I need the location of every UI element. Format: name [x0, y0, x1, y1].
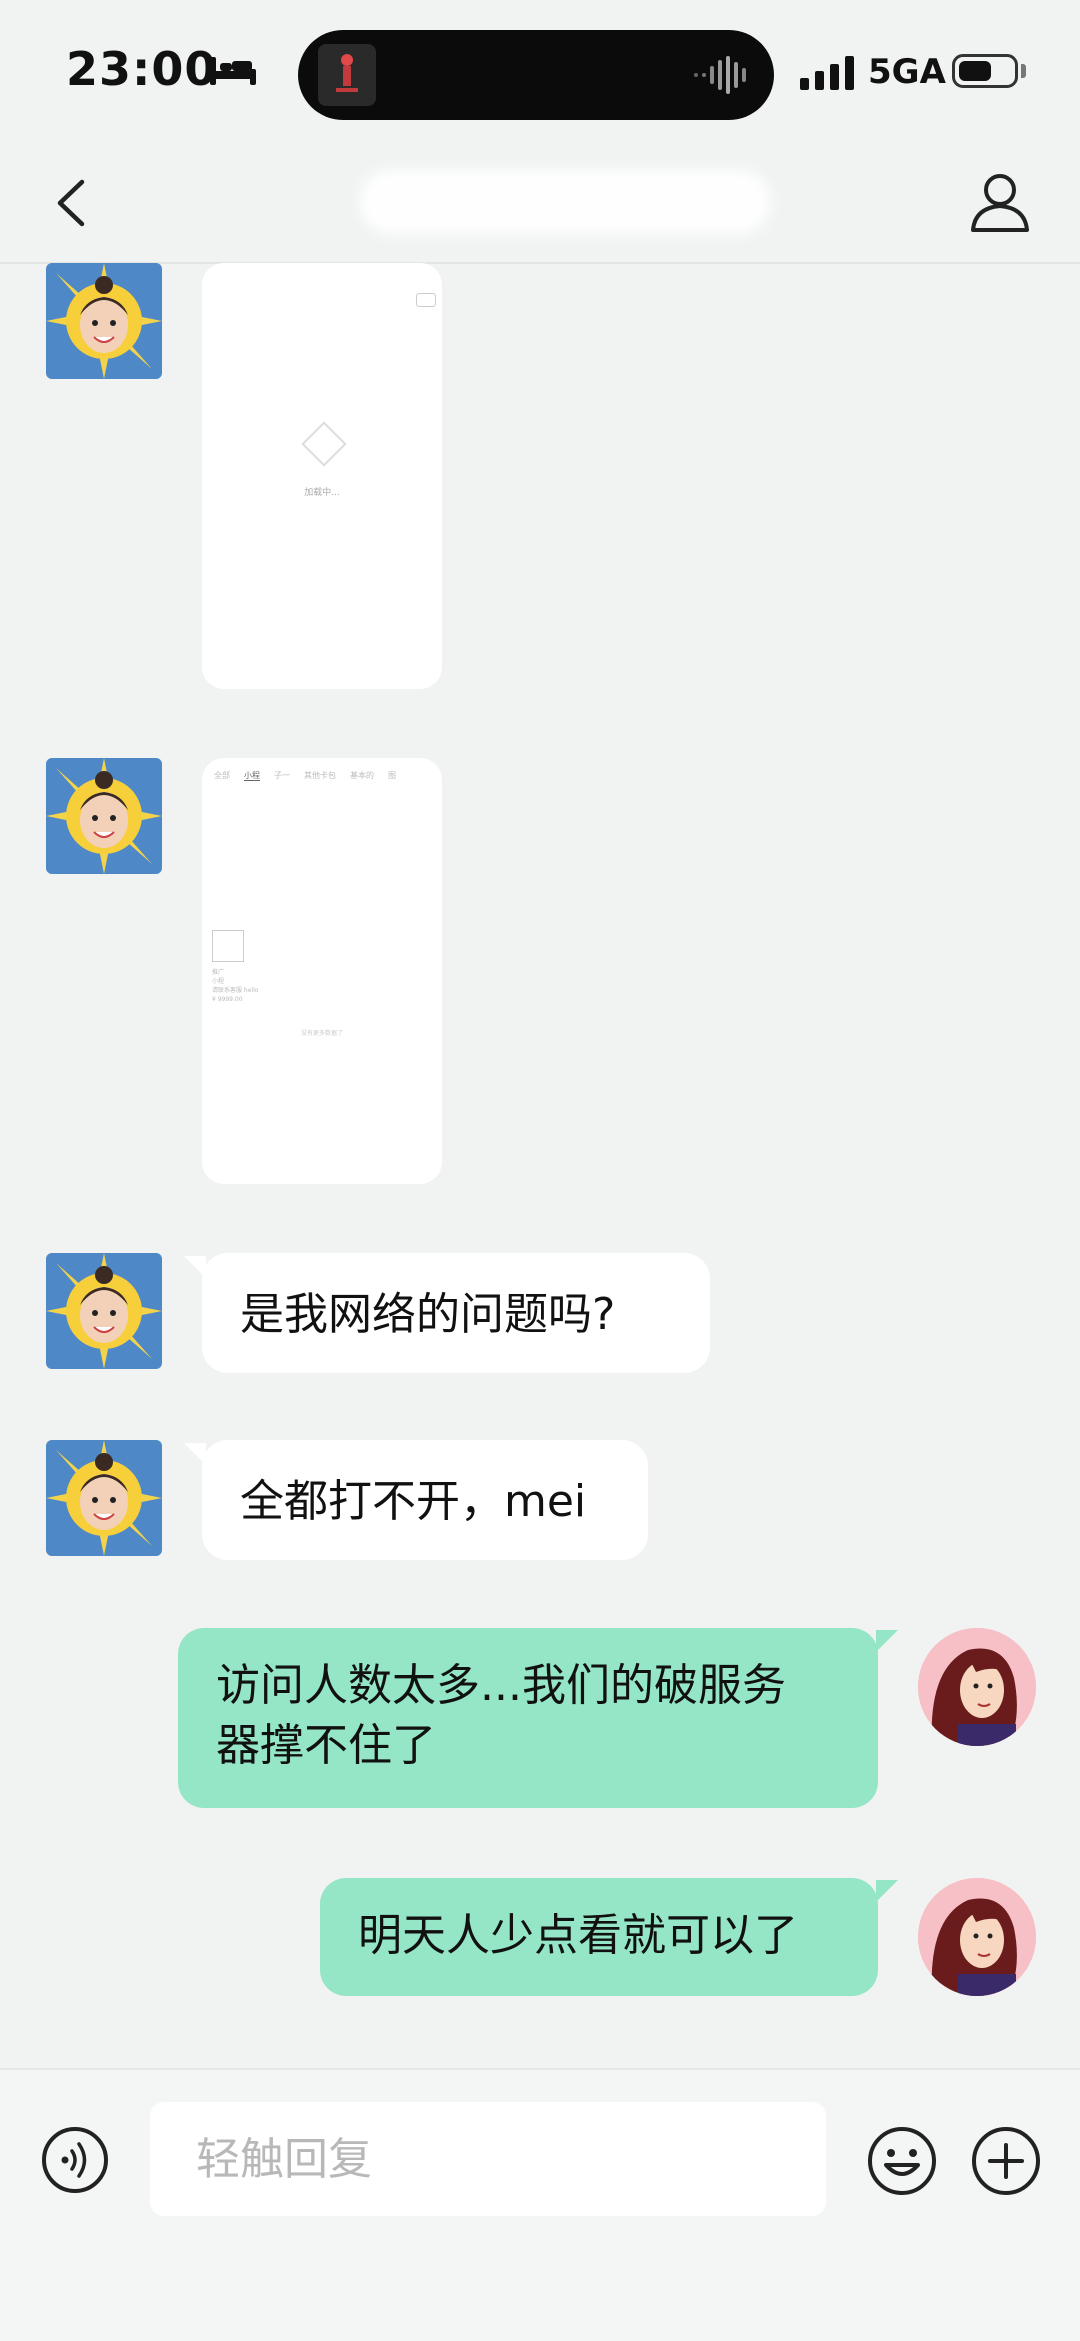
contact-avatar[interactable]: [46, 1253, 162, 1369]
bubble-tail: [876, 1630, 898, 1652]
outgoing-message-line: 器撑不住了: [216, 1720, 436, 1771]
incoming-message[interactable]: 全都打不开，mei: [202, 1440, 648, 1560]
incoming-message[interactable]: 是我网络的问题吗?: [202, 1253, 710, 1373]
screenshot-tab: 其他卡包: [304, 771, 336, 780]
screenshot-footer: 没有更多数据了: [300, 1030, 343, 1037]
screenshot-line: ¥ 9999.00: [212, 996, 243, 1003]
bubble-tail: [876, 1880, 898, 1902]
now-playing-thumbnail: [318, 44, 376, 106]
screenshot-thumbnail: [212, 930, 244, 962]
plus-icon[interactable]: [970, 2125, 1042, 2197]
contact-avatar[interactable]: [46, 1440, 162, 1556]
voice-icon[interactable]: [40, 2125, 110, 2195]
screenshot-line: 小程: [212, 978, 225, 985]
loading-text: 加载中...: [304, 488, 340, 498]
loading-icon: [301, 421, 347, 467]
outgoing-message[interactable]: 明天人少点看就可以了: [320, 1878, 878, 1996]
screenshot-tab: 基本的: [350, 771, 374, 780]
image-message[interactable]: 全部 小程 子一 其他卡包 基本的图 推广 小程 请联系客服 hello ¥ 9999.…: [202, 758, 442, 1184]
emoji-icon[interactable]: [866, 2125, 938, 2197]
person-icon[interactable]: [965, 166, 1035, 236]
chat-nav-bar: [0, 150, 1080, 264]
screenshot-tab: 全部: [214, 771, 230, 780]
screenshot-line: 请联系客服 hello: [212, 987, 259, 994]
reply-input[interactable]: [150, 2102, 826, 2216]
waveform-icon: [694, 56, 746, 94]
chevron-left-icon[interactable]: [40, 168, 110, 238]
bed-icon: [210, 57, 256, 85]
contact-avatar[interactable]: [46, 263, 162, 379]
user-avatar[interactable]: [918, 1878, 1036, 1996]
input-bar: [0, 2068, 1080, 2341]
user-avatar[interactable]: [918, 1628, 1036, 1746]
screenshot-line: 推广: [212, 969, 225, 976]
battery-level: [959, 61, 991, 81]
screenshot-tab: 子一: [274, 771, 290, 780]
network-type: 5GA: [868, 52, 946, 92]
screenshot-tabs: 全部 小程 子一 其他卡包 基本的 图: [214, 770, 442, 781]
outgoing-message-line: 访问人数太多...我们的破服务: [216, 1660, 786, 1711]
status-bar: 23:00 5GA: [0, 0, 1080, 150]
contact-avatar[interactable]: [46, 758, 162, 874]
battery-icon: [952, 54, 1018, 88]
signal-icon: [800, 56, 854, 90]
chat-title: [360, 170, 770, 234]
screenshot-tab: 小程: [244, 771, 260, 781]
screenshot-tab: 图: [388, 771, 396, 780]
image-message[interactable]: 加载中...: [202, 263, 442, 689]
outgoing-message[interactable]: 访问人数太多...我们的破服务 器撑不住了: [178, 1628, 878, 1808]
message-icon: [416, 293, 436, 307]
battery-tip: [1021, 64, 1026, 78]
screenshot-lines: 推广 小程 请联系客服 hello ¥ 9999.00: [212, 968, 258, 1004]
dynamic-island[interactable]: [298, 30, 774, 120]
status-time: 23:00: [66, 42, 218, 96]
